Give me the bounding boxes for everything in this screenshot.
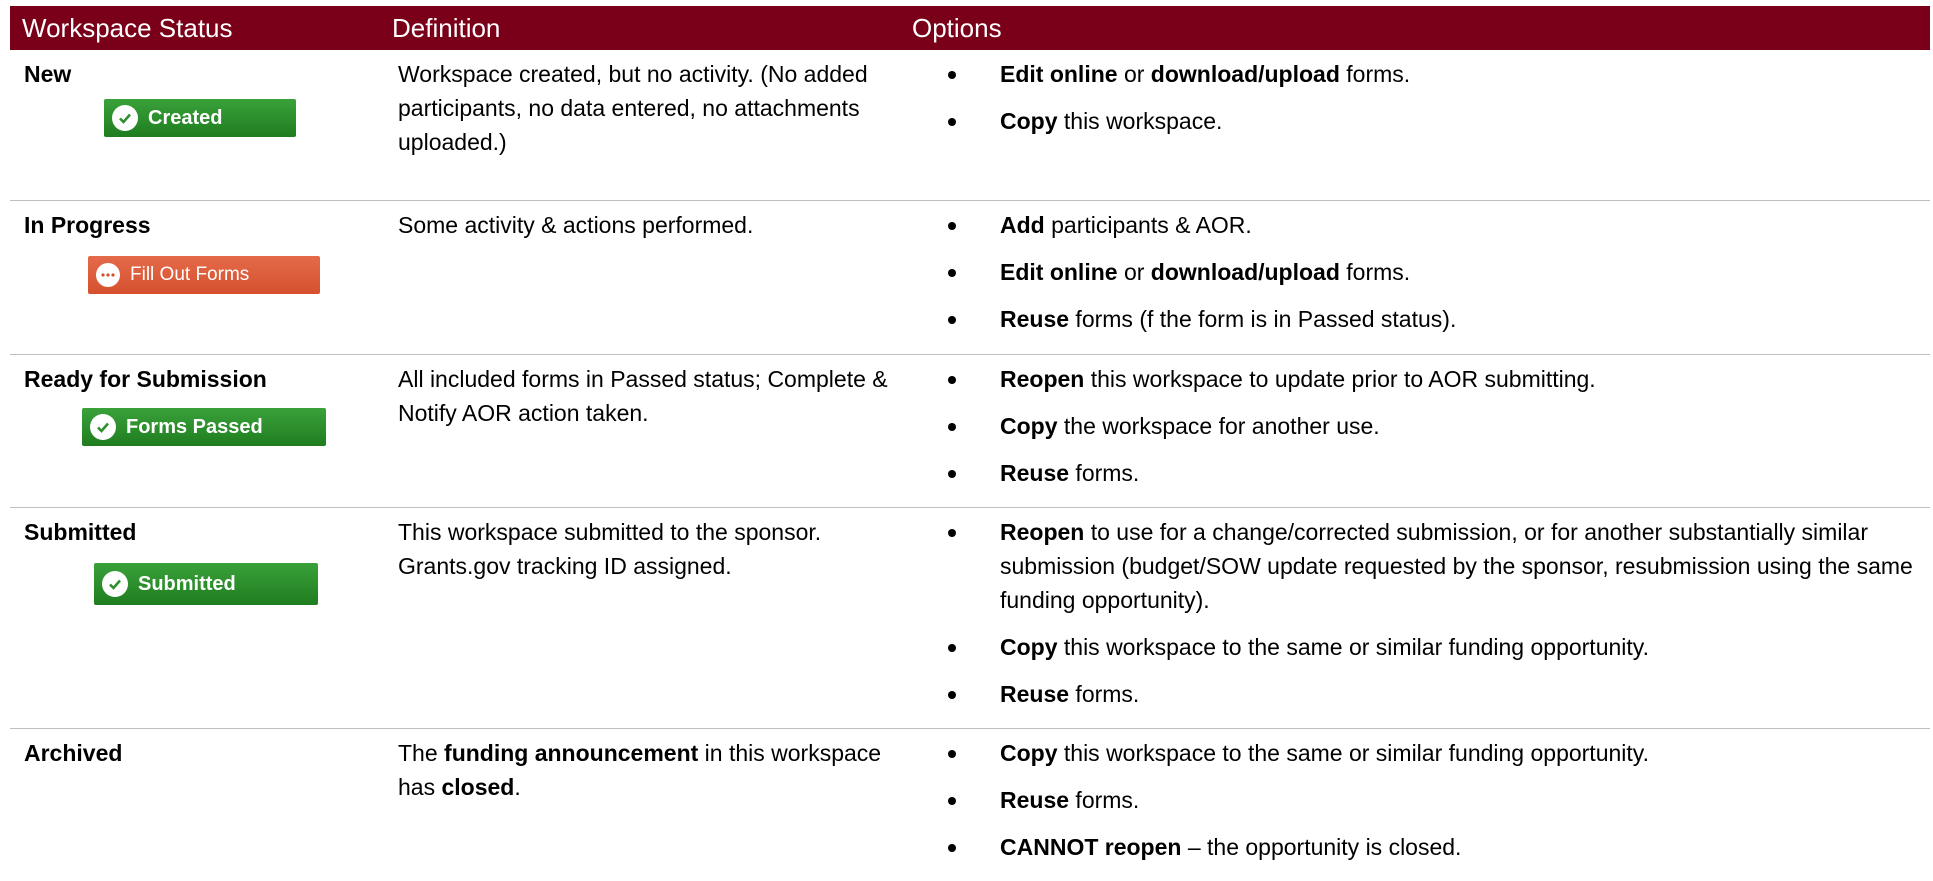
- ellipsis-circle-icon: [96, 262, 120, 287]
- options-list: Edit online or download/upload forms. Co…: [912, 57, 1922, 138]
- badge-label: Created: [148, 107, 223, 129]
- status-name: Submitted: [24, 518, 137, 545]
- status-cell: Archived: [10, 728, 380, 881]
- definition-cell: This workspace submitted to the sponsor.…: [380, 507, 900, 729]
- list-item: Copy this workspace.: [912, 104, 1922, 138]
- definition-text: Some activity & actions performed.: [398, 211, 754, 238]
- status-badge-submitted: Submitted: [94, 562, 318, 605]
- list-item: Reopen this workspace to update prior to…: [912, 362, 1922, 396]
- list-item: Reopen to use for a change/corrected sub…: [912, 515, 1922, 617]
- table-row: Archived The funding announcement in thi…: [10, 728, 1930, 881]
- header-row: Workspace Status Definition Options: [10, 6, 1930, 50]
- list-item: Reuse forms (f the form is in Passed sta…: [912, 302, 1922, 336]
- check-circle-icon: [90, 413, 116, 440]
- workspace-status-table: Workspace Status Definition Options New …: [10, 6, 1930, 881]
- badge-label: Forms Passed: [126, 415, 263, 438]
- status-cell: Ready for Submission Forms Passed: [10, 354, 380, 508]
- list-item: Edit online or download/upload forms.: [912, 57, 1922, 91]
- status-badge-forms-passed: Forms Passed: [82, 407, 326, 446]
- options-cell: Reopen this workspace to update prior to…: [900, 354, 1930, 508]
- list-item: Edit online or download/upload forms.: [912, 255, 1922, 289]
- status-name: In Progress: [24, 211, 151, 238]
- options-cell: Add participants & AOR. Edit online or d…: [900, 200, 1930, 355]
- status-cell: New Created: [10, 50, 380, 201]
- table-row: In Progress Fill Out Forms Some activity…: [10, 200, 1930, 355]
- check-circle-icon: [102, 570, 128, 597]
- definition-cell: Some activity & actions performed.: [380, 200, 900, 355]
- status-cell: Submitted Submitted: [10, 507, 380, 729]
- list-item: Reuse forms.: [912, 677, 1922, 711]
- list-item: Copy this workspace to the same or simil…: [912, 630, 1922, 664]
- check-circle-icon: [112, 105, 138, 131]
- table-row: Submitted Submitted This workspace submi…: [10, 507, 1930, 729]
- definition-text: All included forms in Passed status; Com…: [398, 365, 888, 426]
- options-cell: Edit online or download/upload forms. Co…: [900, 50, 1930, 201]
- options-list: Reopen to use for a change/corrected sub…: [912, 515, 1922, 711]
- list-item: Copy the workspace for another use.: [912, 409, 1922, 443]
- badge-label: Submitted: [138, 572, 236, 595]
- status-badge-created: Created: [104, 99, 296, 137]
- table-row: New Created Workspace created, but no ac…: [10, 50, 1930, 201]
- definition-text: Workspace created, but no activity. (No …: [398, 61, 868, 155]
- status-cell: In Progress Fill Out Forms: [10, 200, 380, 355]
- status-name: Ready for Submission: [24, 365, 267, 392]
- definition-cell: The funding announcement in this workspa…: [380, 728, 900, 881]
- list-item: CANNOT reopen – the opportunity is close…: [912, 830, 1922, 864]
- options-list: Reopen this workspace to update prior to…: [912, 362, 1922, 490]
- badge-label: Fill Out Forms: [130, 263, 250, 285]
- options-cell: Reopen to use for a change/corrected sub…: [900, 507, 1930, 729]
- list-item: Add participants & AOR.: [912, 208, 1922, 242]
- options-list: Copy this workspace to the same or simil…: [912, 736, 1922, 864]
- header-definition: Definition: [380, 6, 900, 50]
- header-options: Options: [900, 6, 1930, 50]
- definition-cell: Workspace created, but no activity. (No …: [380, 50, 900, 201]
- definition-text: The funding announcement in this workspa…: [398, 739, 882, 800]
- list-item: Reuse forms.: [912, 783, 1922, 817]
- definition-text: This workspace submitted to the sponsor.…: [398, 518, 822, 579]
- status-name: Archived: [24, 739, 123, 766]
- status-name: New: [24, 61, 72, 87]
- definition-cell: All included forms in Passed status; Com…: [380, 354, 900, 508]
- list-item: Reuse forms.: [912, 456, 1922, 490]
- options-cell: Copy this workspace to the same or simil…: [900, 728, 1930, 881]
- table-row: Ready for Submission Forms Passed All in…: [10, 354, 1930, 508]
- options-list: Add participants & AOR. Edit online or d…: [912, 208, 1922, 336]
- list-item: Copy this workspace to the same or simil…: [912, 736, 1922, 770]
- header-workspace-status: Workspace Status: [10, 6, 380, 50]
- status-badge-fill-out-forms: Fill Out Forms: [88, 255, 320, 294]
